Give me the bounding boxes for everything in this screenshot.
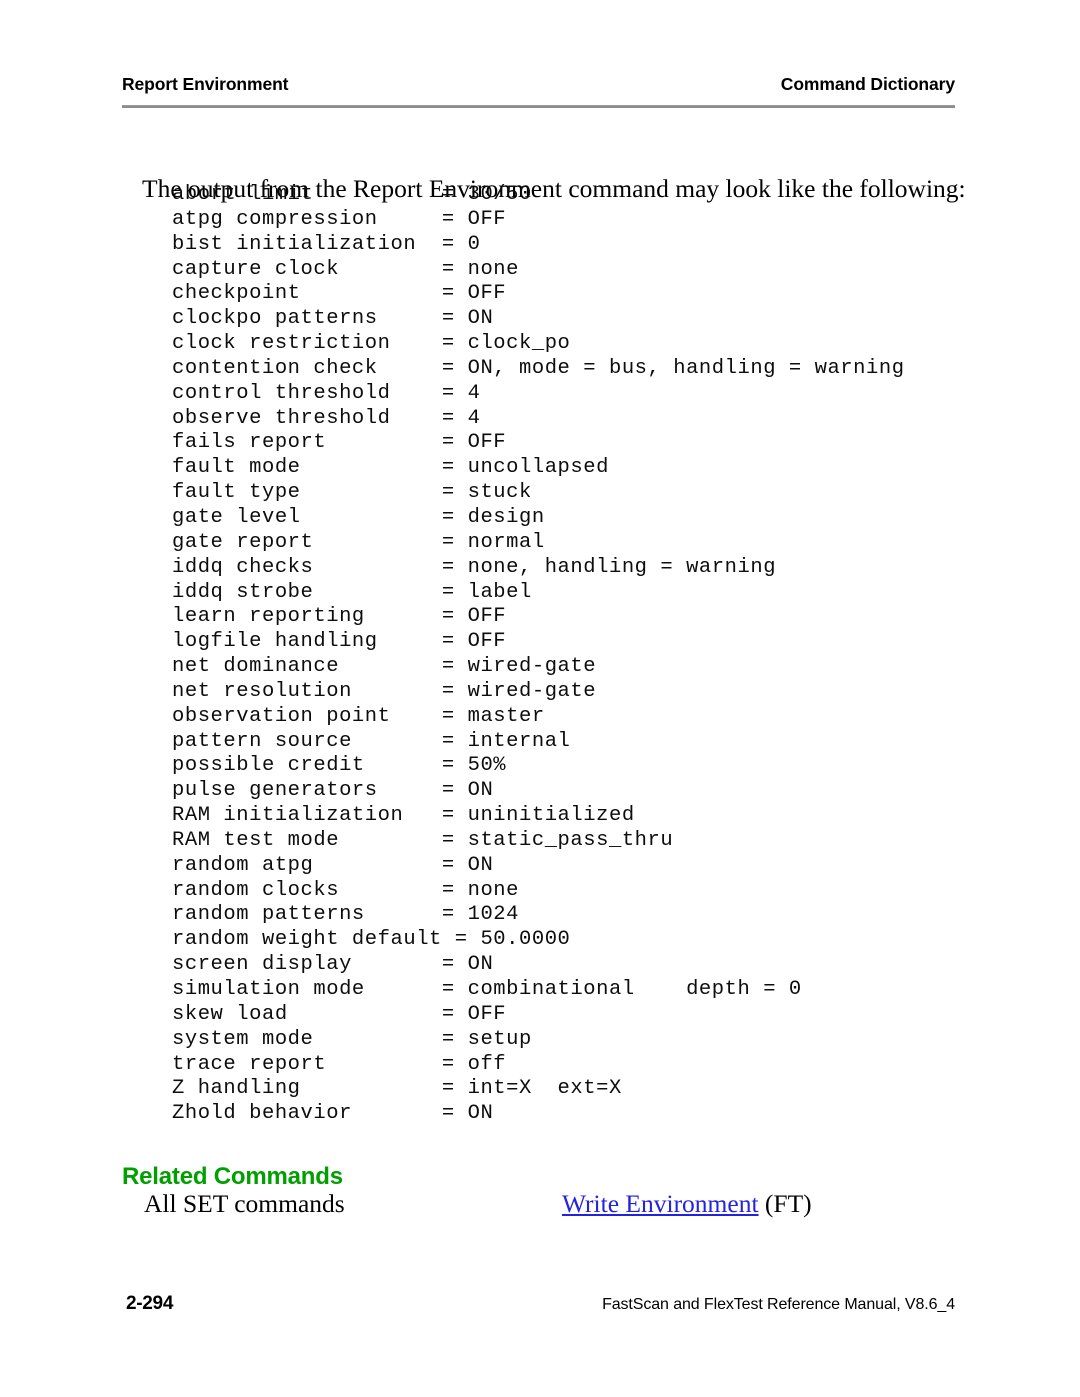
document-page: Report Environment Command Dictionary Th… bbox=[0, 0, 1080, 1397]
listing-row: fault mode = uncollapsed bbox=[172, 456, 609, 480]
listing-row: learn reporting = OFF bbox=[172, 605, 507, 629]
book-title: FastScan and FlexTest Reference Manual, … bbox=[602, 1296, 955, 1313]
listing-row: clockpo patterns = ON bbox=[172, 307, 494, 331]
listing-row: RAM initialization = uninitialized bbox=[172, 804, 635, 828]
listing-row: iddq checks = none, handling = warning bbox=[172, 555, 777, 579]
listing-row: iddq strobe = label bbox=[172, 580, 532, 604]
listing-row: fails report = OFF bbox=[172, 431, 507, 455]
listing-row: random clocks = none bbox=[172, 878, 520, 902]
listing-row: net resolution = wired-gate bbox=[172, 679, 597, 703]
listing-row: bist initialization = 0 bbox=[172, 232, 481, 256]
listing-row: trace report = off bbox=[172, 1052, 507, 1076]
listing-row: random weight default = 50.0000 bbox=[172, 928, 571, 952]
running-head-left: Report Environment bbox=[122, 74, 289, 94]
header-rule bbox=[122, 105, 955, 108]
running-head: Report Environment Command Dictionary bbox=[122, 74, 955, 95]
listing-row: pulse generators = ON bbox=[172, 779, 494, 803]
listing-row: atpg compression = OFF bbox=[172, 207, 507, 231]
related-command-all-set-commands: All SET commands bbox=[144, 1189, 345, 1218]
listing-row: abort limit = 30/50 bbox=[172, 183, 532, 206]
related-command-write-environment: Write Environment (FT) bbox=[562, 1188, 812, 1219]
related-commands-heading: Related Commands bbox=[122, 1162, 343, 1190]
listing-row: capture clock = none bbox=[172, 257, 520, 281]
listing-row: RAM test mode = static_pass_thru bbox=[172, 828, 674, 852]
listing-row: clock restriction = clock_po bbox=[172, 332, 571, 356]
listing-row: simulation mode = combinational depth = … bbox=[172, 978, 802, 1001]
listing-row: contention check = ON, mode = bus, handl… bbox=[172, 356, 905, 380]
listing-row: control threshold = 4 bbox=[172, 381, 481, 405]
listing-row: logfile handling = OFF bbox=[172, 630, 507, 654]
listing-row: skew load = OFF bbox=[172, 1002, 507, 1026]
listing-row: pattern source = internal bbox=[172, 729, 571, 753]
listing-row: observe threshold = 4 bbox=[172, 406, 481, 430]
page-footer: 2-294 FastScan and FlexTest Reference Ma… bbox=[126, 1293, 955, 1315]
listing-row: observation point = master bbox=[172, 704, 545, 728]
listing-row: possible credit = 50% bbox=[172, 754, 507, 778]
listing-row: random atpg = ON bbox=[172, 853, 494, 877]
listing-row: gate level = design bbox=[172, 505, 545, 529]
page-number: 2-294 bbox=[126, 1293, 174, 1314]
report-environment-listing: abort limit = 30/50 atpg compression = OF… bbox=[172, 183, 1002, 1127]
write-environment-suffix: (FT) bbox=[758, 1189, 812, 1218]
write-environment-link[interactable]: Write Environment bbox=[562, 1189, 759, 1218]
listing-row: fault type = stuck bbox=[172, 481, 532, 505]
listing-row: gate report = normal bbox=[172, 530, 545, 554]
listing-row: checkpoint = OFF bbox=[172, 282, 507, 306]
listing-row: random patterns = 1024 bbox=[172, 903, 520, 927]
running-head-right: Command Dictionary bbox=[780, 74, 955, 94]
listing-row: system mode = setup bbox=[172, 1027, 532, 1051]
listing-row: Z handling = int=X ext=X bbox=[172, 1077, 622, 1101]
listing-row: net dominance = wired-gate bbox=[172, 655, 597, 679]
listing-row: screen display = ON bbox=[172, 953, 494, 977]
listing-row: Zhold behavior = ON bbox=[172, 1102, 494, 1126]
